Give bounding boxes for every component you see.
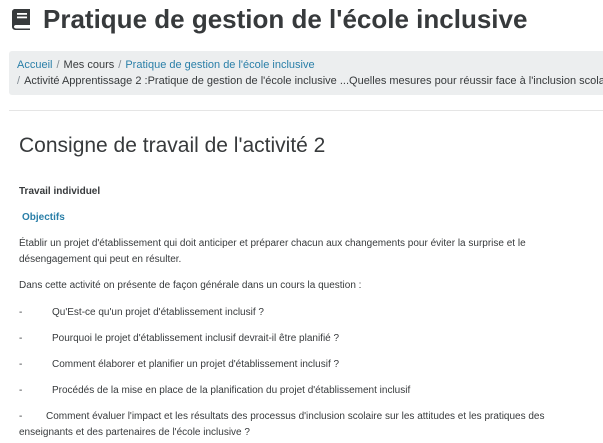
- activity-content: Consigne de travail de l'activité 2 Trav…: [19, 132, 599, 438]
- breadcrumb-my-courses[interactable]: Mes cours: [64, 59, 115, 71]
- header-divider: [9, 110, 603, 111]
- book-icon: [9, 7, 33, 31]
- intro-paragraph: Établir un projet d'établissement qui do…: [19, 238, 526, 265]
- breadcrumb-separator: /: [56, 59, 60, 71]
- question-item: - Comment élaborer et planifier un projet…: [19, 357, 599, 373]
- question-text: Comment élaborer et planifier un projet …: [52, 359, 340, 370]
- question-text: Pourquoi le projet d'établissement inclu…: [52, 333, 340, 344]
- breadcrumb-course-link[interactable]: Pratique de gestion de l'école inclusive: [125, 59, 314, 71]
- list-dash: -: [19, 307, 23, 318]
- question-item: - Procédés de la mise en place de la plan…: [19, 383, 599, 399]
- question-text: Qu'Est-ce qu'un projet d'établissement i…: [52, 307, 264, 318]
- page: Pratique de gestion de l'école inclusive…: [0, 0, 603, 443]
- question-text: Comment évaluer l'impact et les résultat…: [19, 411, 545, 438]
- question-item: - Pourquoi le projet d'établissement incl…: [19, 331, 599, 347]
- question-item: - Qu'Est-ce qu'un projet d'établissement …: [19, 305, 599, 321]
- activity-title: Consigne de travail de l'activité 2: [19, 134, 326, 157]
- question-text: Procédés de la mise en place de la plani…: [52, 385, 411, 396]
- list-dash: -: [19, 385, 23, 396]
- breadcrumb: Accueil / Mes cours / Pratique de gestion de…: [9, 51, 603, 95]
- presentation-paragraph: Dans cette activité on présente de façon…: [19, 280, 362, 291]
- travail-individuel-label: Travail individuel: [19, 186, 101, 197]
- breadcrumb-line-1: Accueil / Mes cours / Pratique de gestion de…: [17, 57, 603, 73]
- list-dash: -: [19, 359, 23, 370]
- breadcrumb-home-link[interactable]: Accueil: [17, 59, 52, 71]
- objectifs-heading: Objectifs: [22, 212, 65, 223]
- breadcrumb-current-activity: Activité Apprentissage 2 :Pratique de ge…: [24, 75, 603, 87]
- list-dash: -: [19, 411, 23, 422]
- question-item: - Comment évaluer l'impact et les résulta…: [19, 409, 579, 441]
- list-dash: -: [19, 333, 23, 344]
- course-title: Pratique de gestion de l'école inclusive: [43, 3, 528, 34]
- breadcrumb-separator: /: [118, 59, 122, 71]
- breadcrumb-line-2: / Activité Apprentissage 2 :Pratique de g…: [17, 73, 603, 89]
- course-header: Pratique de gestion de l'école inclusive: [9, 1, 527, 37]
- breadcrumb-separator: /: [17, 75, 21, 87]
